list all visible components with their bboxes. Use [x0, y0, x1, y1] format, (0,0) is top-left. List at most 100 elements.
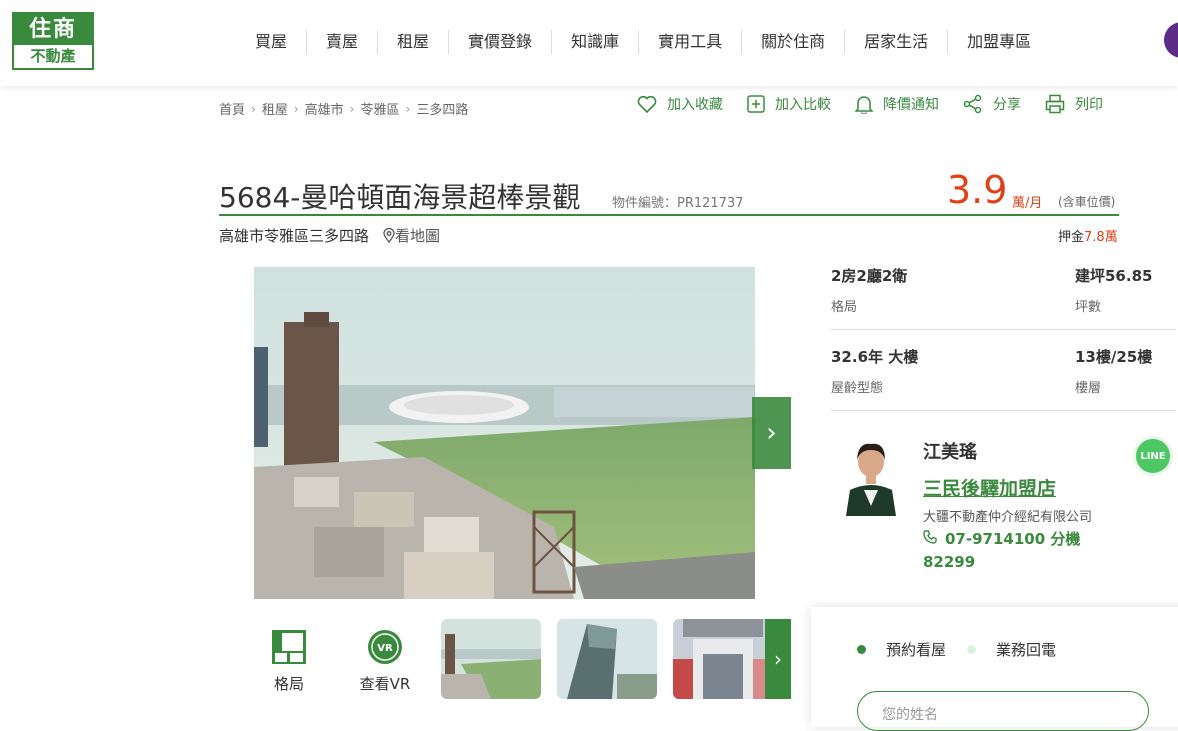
tab-callback-label: 業務回電 — [996, 641, 1057, 659]
contact-panel: 預約看屋 業務回電 您的姓名 — [811, 607, 1178, 731]
spec-floor: 13樓/25樓 樓層 — [1075, 346, 1152, 396]
printer-icon — [1045, 94, 1065, 114]
breadcrumb: 首頁 › 租屋 › 高雄市 › 苓雅區 › 三多四路 — [219, 99, 468, 119]
deposit-value: 7.8萬 — [1084, 230, 1118, 245]
nav-knowledge[interactable]: 知識庫 — [552, 30, 640, 54]
nav-sell[interactable]: 賣屋 — [307, 30, 379, 54]
breadcrumb-separator: › — [293, 101, 299, 116]
listing-title: 5684-曼哈頓面海景超棒景觀 — [219, 181, 581, 214]
price-alert-label: 降價通知 — [883, 97, 939, 113]
add-compare-button[interactable]: 加入比較 — [747, 94, 831, 114]
nav-price-registry[interactable]: 實價登錄 — [449, 30, 553, 54]
chevron-right-icon: › — [774, 647, 782, 671]
agent-avatar — [842, 432, 900, 516]
photo-next-button[interactable]: › — [752, 397, 791, 469]
spec-layout-value: 2房2廳2衛 — [831, 267, 908, 285]
site-logo[interactable]: 住商 不動產 — [12, 12, 94, 70]
agent-phone-link[interactable]: 07-9714100 分機 82299 — [923, 528, 1113, 574]
price-alert-button[interactable]: 降價通知 — [855, 94, 939, 114]
phone-icon — [923, 530, 937, 544]
breadcrumb-city[interactable]: 高雄市 — [305, 99, 344, 118]
vr-icon: VR — [368, 630, 402, 664]
add-favorite-button[interactable]: 加入收藏 — [637, 94, 723, 114]
price-note: (含車位價) — [1058, 195, 1116, 209]
nav-franchise[interactable]: 加盟專區 — [948, 30, 1050, 54]
tab-book-viewing[interactable]: 預約看屋 — [857, 639, 946, 660]
thumbnail-tower[interactable] — [557, 619, 657, 699]
view-vr-label: 查看VR — [359, 675, 411, 693]
breadcrumb-separator: › — [405, 101, 411, 116]
spec-area-value: 建坪56.85 — [1075, 267, 1153, 285]
spec-floor-value: 13樓/25樓 — [1075, 348, 1153, 366]
agent-store-link[interactable]: 三民後驛加盟店 — [923, 474, 1056, 501]
breadcrumb-road[interactable]: 三多四路 — [416, 99, 468, 118]
print-label: 列印 — [1075, 97, 1103, 113]
spec-area-label: 坪數 — [1075, 300, 1102, 315]
spec-divider — [831, 329, 1176, 330]
logo-bottom-text: 不動產 — [30, 47, 76, 65]
map-pin-icon — [383, 228, 395, 243]
agent-phone-number: 07-9714100 分機 82299 — [923, 530, 1081, 571]
add-compare-label: 加入比較 — [775, 97, 831, 113]
agent-company: 大疆不動產仲介經紀有限公司 — [923, 510, 1093, 525]
name-input[interactable]: 您的姓名 — [857, 691, 1149, 731]
floorplan-button[interactable]: 格局 — [249, 629, 329, 694]
breadcrumb-district[interactable]: 苓雅區 — [360, 99, 399, 118]
nav-home-life[interactable]: 居家生活 — [845, 30, 949, 54]
vr-badge-text: VR — [377, 643, 393, 654]
share-icon — [963, 94, 982, 114]
bell-icon — [855, 96, 873, 114]
breadcrumb-separator: › — [251, 101, 256, 116]
view-vr-button[interactable]: VR 查看VR — [345, 629, 425, 694]
spec-age-value: 32.6年 大樓 — [831, 348, 919, 366]
thumbnail-next-button[interactable]: › — [765, 619, 791, 699]
harbor-view-image — [254, 267, 755, 599]
spec-layout-label: 格局 — [831, 300, 858, 315]
add-favorite-label: 加入收藏 — [667, 97, 723, 113]
rent-price: 3.9 — [947, 168, 1008, 212]
breadcrumb-rent[interactable]: 租屋 — [262, 99, 288, 118]
deposit-info: 押金7.8萬 — [1058, 226, 1118, 245]
thumbnail-harbor[interactable] — [441, 619, 541, 699]
line-contact-button[interactable]: LINE — [1133, 436, 1173, 476]
main-photo[interactable] — [254, 267, 755, 599]
nav-buy[interactable]: 買屋 — [236, 30, 308, 54]
deposit-label: 押金 — [1058, 230, 1085, 245]
agent-name: 江美瑤 — [923, 442, 977, 463]
view-map-link[interactable]: 看地圖 — [383, 225, 440, 246]
price-unit: 萬/月 — [1012, 196, 1043, 211]
nav-about[interactable]: 關於住商 — [742, 30, 846, 54]
spec-area: 建坪56.85 坪數 — [1075, 265, 1152, 315]
line-icon: LINE — [1140, 450, 1166, 462]
spec-floor-label: 樓層 — [1075, 381, 1102, 396]
listing-number: 物件編號：PR121737 — [612, 196, 744, 211]
radio-unselected-indicator — [967, 645, 976, 654]
print-button[interactable]: 列印 — [1045, 94, 1103, 114]
share-label: 分享 — [993, 97, 1021, 113]
thumbnail-entrance[interactable] — [673, 619, 773, 699]
logo-top-text: 住商 — [14, 14, 92, 45]
share-button[interactable]: 分享 — [963, 94, 1021, 114]
listing-actions: 加入收藏 加入比較 降價通知 分享 列印 — [637, 94, 1103, 114]
nav-rent[interactable]: 租屋 — [378, 30, 450, 54]
nav-tools[interactable]: 實用工具 — [639, 30, 743, 54]
spec-age-label: 屋齡型態 — [831, 381, 884, 396]
chevron-right-icon: › — [766, 418, 777, 448]
listing-title-row: 5684-曼哈頓面海景超棒景觀 物件編號：PR121737 3.9 萬/月 (含… — [219, 168, 1119, 216]
breadcrumb-home[interactable]: 首頁 — [219, 99, 245, 118]
main-nav: 買屋 賣屋 租屋 實價登錄 知識庫 實用工具 關於住商 居家生活 加盟專區 — [236, 30, 1050, 54]
spec-age: 32.6年 大樓 屋齡型態 — [831, 346, 918, 396]
tab-book-viewing-label: 預約看屋 — [886, 641, 947, 659]
member-button[interactable] — [1164, 22, 1178, 58]
spec-layout: 2房2廳2衛 格局 — [831, 265, 907, 315]
tab-callback[interactable]: 業務回電 — [967, 639, 1056, 660]
top-header: 住商 不動產 買屋 賣屋 租屋 實價登錄 知識庫 實用工具 關於住商 居家生活 … — [0, 0, 1178, 86]
view-map-label: 看地圖 — [395, 227, 441, 245]
radio-selected-indicator — [857, 645, 866, 654]
listing-address-row: 高雄市苓雅區三多四路 看地圖 — [219, 225, 440, 246]
breadcrumb-separator: › — [349, 101, 355, 116]
floorplan-label: 格局 — [273, 675, 304, 693]
plus-square-icon — [747, 95, 765, 113]
floorplan-icon — [272, 630, 306, 664]
spec-divider — [831, 410, 1176, 411]
